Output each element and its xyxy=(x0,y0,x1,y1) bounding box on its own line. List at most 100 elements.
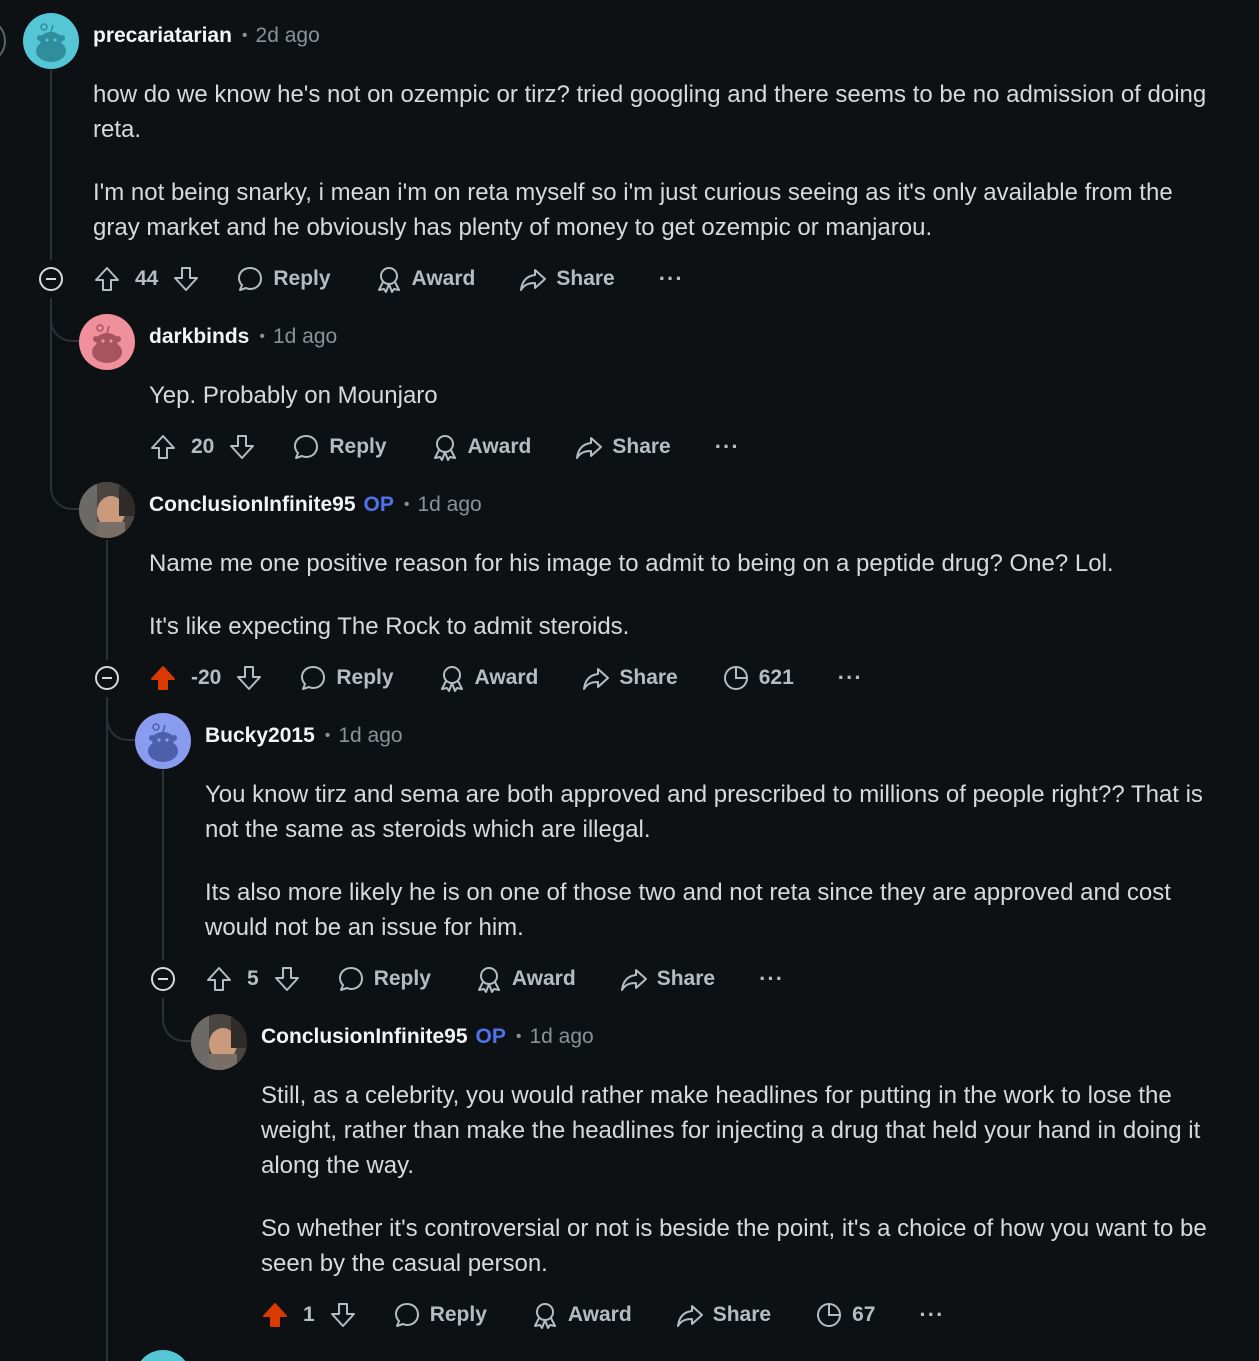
collapse-icon[interactable] xyxy=(39,267,63,291)
comment-header: ConclusionInfinite95 OP • 1d ago xyxy=(261,1022,594,1052)
username[interactable]: ConclusionInfinite95 xyxy=(261,1025,468,1049)
award-icon xyxy=(477,967,500,993)
upvote-button[interactable] xyxy=(261,1301,289,1329)
timestamp[interactable]: 1d ago xyxy=(273,325,337,349)
timestamp[interactable]: 1d ago xyxy=(338,724,402,748)
comment-header: precariatarian • 2d ago xyxy=(93,21,320,51)
avatar[interactable] xyxy=(135,713,191,769)
award-icon xyxy=(440,666,463,692)
share-icon xyxy=(676,1305,703,1327)
upvote-button[interactable] xyxy=(93,265,121,293)
username[interactable]: darkbinds xyxy=(149,325,249,349)
more-icon[interactable]: ··· xyxy=(838,665,863,691)
photo-avatar-icon xyxy=(191,1014,247,1070)
insights-button[interactable]: 621 xyxy=(722,664,794,692)
comment-paragraph: You know tirz and sema are both approved… xyxy=(205,781,1203,843)
upvote-button[interactable] xyxy=(205,965,233,993)
more-icon[interactable]: ··· xyxy=(759,966,784,992)
downvote-icon xyxy=(230,435,255,459)
comment-paragraph: It's like expecting The Rock to admit st… xyxy=(149,613,630,640)
avatar[interactable] xyxy=(79,482,135,538)
downvote-button[interactable] xyxy=(273,965,301,993)
comment-thread: precariatarian • 2d ago how do we know h… xyxy=(0,0,1259,1361)
comment-actions: -20 Reply Award Share 621 ··· xyxy=(149,661,863,695)
award-button[interactable]: Award xyxy=(431,433,531,461)
share-icon xyxy=(583,668,610,690)
timestamp[interactable]: 1d ago xyxy=(529,1025,593,1049)
username[interactable]: Bucky2015 xyxy=(205,724,315,748)
share-label: Share xyxy=(619,666,678,689)
reply-icon xyxy=(301,666,326,690)
share-label: Share xyxy=(556,267,615,290)
downvote-icon xyxy=(274,967,299,991)
comment-actions: 44 Reply Award Share ··· xyxy=(93,262,684,296)
more-icon[interactable]: ··· xyxy=(919,1302,944,1328)
reply-icon xyxy=(238,267,263,291)
share-button[interactable]: Share xyxy=(676,1301,771,1329)
avatar[interactable] xyxy=(23,13,79,69)
avatar[interactable] xyxy=(0,18,6,64)
reply-button[interactable]: Reply xyxy=(236,265,331,293)
downvote-button[interactable] xyxy=(228,433,256,461)
more-icon[interactable]: ··· xyxy=(659,266,684,292)
thread-line[interactable] xyxy=(162,770,164,960)
vote-score: 5 xyxy=(247,967,259,990)
timestamp[interactable]: 1d ago xyxy=(417,493,481,517)
timestamp[interactable]: 2d ago xyxy=(256,24,320,48)
photo-avatar-icon xyxy=(79,482,135,538)
insights-button[interactable]: 67 xyxy=(815,1301,875,1329)
share-label: Share xyxy=(712,1303,772,1326)
award-icon xyxy=(533,1303,556,1329)
reply-icon xyxy=(394,1303,419,1327)
thread-line[interactable] xyxy=(50,70,52,260)
username[interactable]: precariatarian xyxy=(93,24,232,48)
vote-score: 1 xyxy=(303,1303,315,1326)
thread-line[interactable] xyxy=(106,697,108,1361)
upvote-icon xyxy=(151,666,175,690)
downvote-icon xyxy=(237,666,262,690)
share-button[interactable]: Share xyxy=(575,433,671,461)
avatar[interactable] xyxy=(79,314,135,370)
share-label: Share xyxy=(612,435,671,458)
award-button[interactable]: Award xyxy=(475,965,576,993)
reply-label: Reply xyxy=(336,666,394,689)
reply-icon xyxy=(338,967,363,991)
reply-icon xyxy=(294,435,319,459)
comment-body: Still, as a celebrity, you would rather … xyxy=(261,1078,1211,1281)
downvote-button[interactable] xyxy=(235,664,263,692)
reply-button[interactable]: Reply xyxy=(292,433,387,461)
reply-button[interactable]: Reply xyxy=(337,965,431,993)
downvote-button[interactable] xyxy=(329,1301,357,1329)
collapse-icon[interactable] xyxy=(151,967,175,991)
insights-count: 621 xyxy=(758,666,794,689)
snoo-avatar-icon xyxy=(92,324,122,363)
share-button[interactable]: Share xyxy=(519,265,615,293)
comment-paragraph: Name me one positive reason for his imag… xyxy=(149,550,1114,577)
reply-label: Reply xyxy=(329,435,387,458)
avatar[interactable] xyxy=(191,1014,247,1070)
reply-button[interactable]: Reply xyxy=(393,1301,487,1329)
collapse-icon[interactable] xyxy=(95,666,119,690)
upvote-button[interactable] xyxy=(149,433,177,461)
upvote-icon xyxy=(95,267,119,291)
more-icon[interactable]: ··· xyxy=(715,434,740,460)
vote-score: 44 xyxy=(135,267,159,290)
thread-connector xyxy=(162,998,192,1042)
share-button[interactable]: Share xyxy=(582,664,678,692)
award-button[interactable]: Award xyxy=(438,664,538,692)
op-badge: OP xyxy=(363,493,394,516)
comment-paragraph: Still, as a celebrity, you would rather … xyxy=(261,1082,1201,1179)
share-button[interactable]: Share xyxy=(620,965,715,993)
award-icon xyxy=(433,435,456,461)
downvote-icon xyxy=(174,267,199,291)
username[interactable]: ConclusionInfinite95 xyxy=(149,493,356,517)
avatar[interactable] xyxy=(135,1350,191,1361)
upvote-button[interactable] xyxy=(149,664,177,692)
upvote-icon xyxy=(263,1303,287,1327)
award-button[interactable]: Award xyxy=(375,265,475,293)
op-badge: OP xyxy=(475,1025,506,1048)
award-button[interactable]: Award xyxy=(531,1301,632,1329)
thread-line[interactable] xyxy=(106,540,108,660)
reply-button[interactable]: Reply xyxy=(299,664,394,692)
downvote-button[interactable] xyxy=(172,265,200,293)
